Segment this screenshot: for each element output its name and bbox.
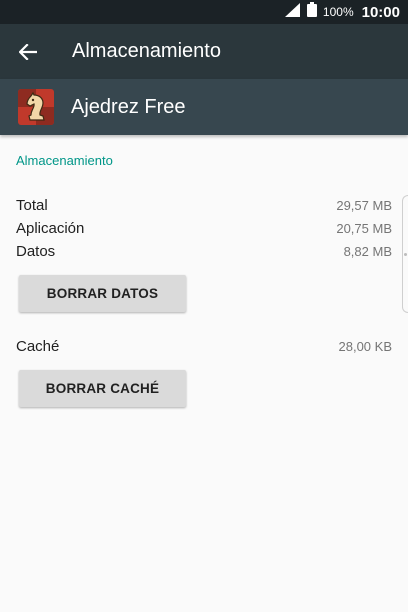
handle-dot — [404, 253, 407, 256]
arrow-back-icon — [19, 43, 37, 60]
storage-row-total: Total 29,57 MB — [16, 197, 392, 214]
storage-row-app: Aplicación 20,75 MB — [16, 220, 392, 237]
status-bar: 100% 10:00 — [0, 0, 408, 24]
row-label: Datos — [16, 243, 56, 260]
status-time: 10:00 — [361, 3, 400, 21]
storage-content: Almacenamiento Total 29,57 MB Aplicación… — [0, 135, 408, 612]
row-label: Total — [16, 197, 48, 214]
cache-value: 28,00 KB — [338, 339, 393, 354]
signal-icon — [284, 2, 301, 22]
row-value: 20,75 MB — [336, 221, 392, 236]
row-value: 29,57 MB — [336, 198, 392, 213]
cache-row: Caché 28,00 KB — [16, 338, 392, 355]
clear-cache-button[interactable]: BORRAR CACHÉ — [19, 370, 186, 407]
storage-row-data: Datos 8,82 MB — [16, 243, 392, 260]
edge-panel-handle[interactable] — [402, 195, 408, 313]
app-name: Ajedrez Free — [71, 95, 186, 118]
row-value: 8,82 MB — [343, 244, 392, 259]
battery-percent: 100% — [322, 5, 354, 19]
clear-data-button[interactable]: BORRAR DATOS — [19, 275, 186, 312]
section-header-storage: Almacenamiento — [16, 153, 113, 168]
cache-label: Caché — [16, 338, 60, 355]
chess-knight-icon — [18, 89, 54, 125]
back-button[interactable] — [0, 24, 56, 79]
page-title: Almacenamiento — [72, 40, 221, 62]
app-header: Ajedrez Free — [0, 79, 408, 135]
app-bar: Almacenamiento — [0, 24, 408, 79]
battery-icon — [306, 2, 317, 22]
row-label: Aplicación — [16, 220, 85, 237]
